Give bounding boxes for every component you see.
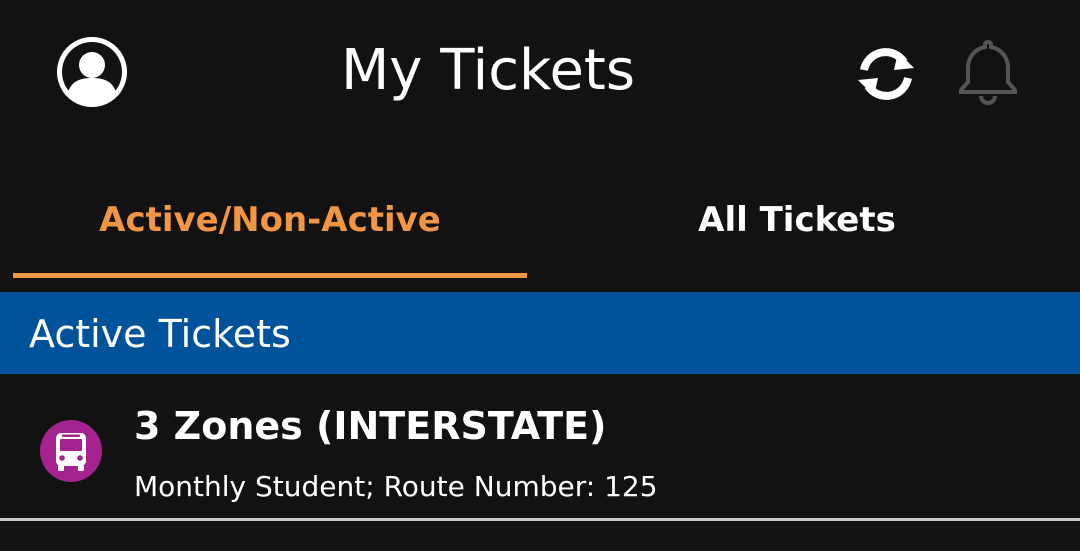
page-title-text: My Tickets	[340, 38, 636, 103]
bus-icon-badge	[40, 420, 102, 482]
app-header: My Tickets	[0, 0, 1080, 150]
ticket-list-item[interactable]: 3 Zones (INTERSTATE) Monthly Student; Ro…	[0, 374, 1080, 520]
section-header: Active Tickets	[0, 292, 1080, 374]
tab-selected-indicator	[13, 273, 527, 278]
ticket-details: Monthly Student; Route Number: 125	[134, 470, 658, 503]
ticket-name: 3 Zones (INTERSTATE)	[134, 404, 607, 448]
tab-label: Active/Non-Active	[99, 200, 441, 240]
tab-label: All Tickets	[698, 200, 896, 240]
bus-icon	[56, 433, 86, 471]
refresh-icon	[858, 48, 914, 100]
ticket-route: Route Number: 125	[383, 470, 658, 503]
ticket-type: Monthly Student;	[134, 470, 375, 503]
tab-all-tickets[interactable]: All Tickets	[540, 150, 1054, 282]
section-title: Active Tickets	[29, 312, 291, 356]
list-divider	[0, 518, 1080, 521]
ticket-tabs: Active/Non-Active All Tickets	[0, 150, 1080, 282]
bell-icon	[959, 39, 1017, 105]
notifications-button[interactable]	[952, 36, 1024, 108]
refresh-button[interactable]	[852, 40, 920, 108]
app-screen: My Tickets Active/Non-Active All Tickets	[0, 0, 1080, 551]
tab-active-non-active[interactable]: Active/Non-Active	[13, 150, 527, 282]
